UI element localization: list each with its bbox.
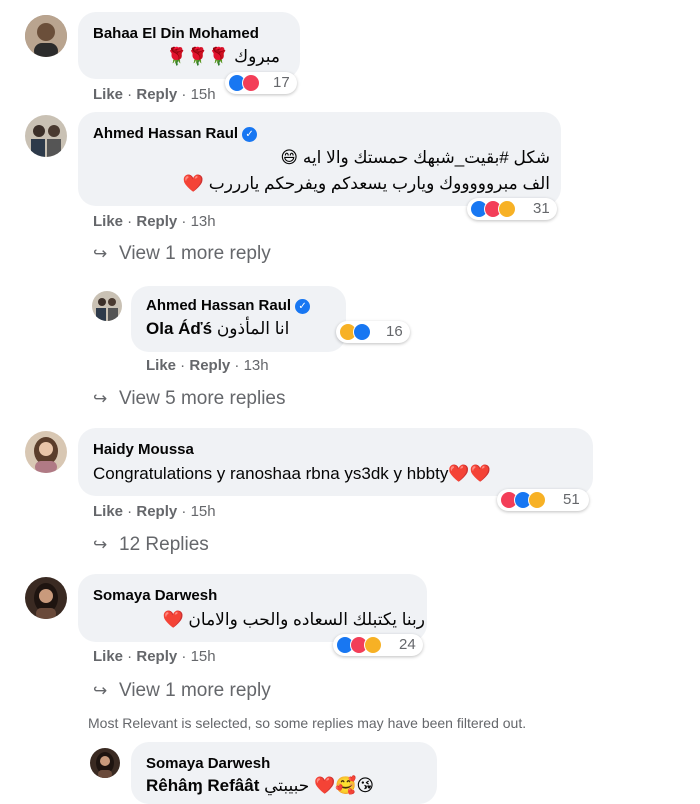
- care-reaction-icon: [528, 491, 546, 509]
- reaction-summary[interactable]: 24: [333, 634, 423, 656]
- like-button[interactable]: Like: [93, 86, 123, 103]
- reaction-summary[interactable]: 17: [225, 72, 297, 94]
- reply-time[interactable]: 13h: [244, 357, 269, 374]
- like-reaction-icon: [353, 323, 371, 341]
- avatar-image: [25, 115, 67, 157]
- comment-actions: Like · Reply · 13h: [93, 213, 216, 230]
- comment-actions: Like · Reply · 15h: [93, 86, 216, 103]
- reply-arrow-icon: ↪: [93, 535, 108, 554]
- avatar[interactable]: [90, 748, 120, 778]
- comment-text: Congratulations y ranoshaa rbna ys3dk y …: [93, 464, 491, 483]
- reaction-summary[interactable]: 31: [467, 198, 557, 220]
- filter-notice: Most Relevant is selected, so some repli…: [88, 715, 527, 731]
- avatar[interactable]: [25, 15, 67, 57]
- avatar-image: [25, 15, 67, 57]
- like-button[interactable]: Like: [93, 503, 123, 520]
- comment-bubble: [78, 428, 593, 496]
- reaction-count: 31: [533, 200, 550, 217]
- like-button[interactable]: Like: [146, 357, 176, 374]
- avatar[interactable]: [92, 291, 122, 321]
- view-more-replies-link[interactable]: ↪ View 5 more replies: [93, 388, 286, 410]
- reply-actions: Like · Reply · 13h: [146, 357, 269, 374]
- reply-button[interactable]: Reply: [136, 648, 177, 665]
- reply-message: حبيبتي ❤️🥰😘: [264, 776, 375, 795]
- reply-author[interactable]: Ahmed Hassan Raul ✓: [146, 297, 311, 314]
- reply-message: انا المأذون: [216, 319, 290, 338]
- comment-actions: Like · Reply · 15h: [93, 648, 216, 665]
- reaction-count: 51: [563, 491, 580, 508]
- reply-button[interactable]: Reply: [189, 357, 230, 374]
- reply-arrow-icon: ↪: [93, 244, 108, 263]
- comment-bubble: [78, 574, 427, 642]
- comment-text: ربنا يكتبلك السعاده والحب والامان ❤️: [162, 610, 425, 629]
- reply-text: Ola Áďś انا المأذون: [146, 319, 289, 339]
- comment-author[interactable]: Bahaa El Din Mohamed: [93, 25, 259, 42]
- avatar[interactable]: [25, 431, 67, 473]
- love-reaction-icon: [242, 74, 260, 92]
- like-button[interactable]: Like: [93, 648, 123, 665]
- view-replies-link[interactable]: ↪ 12 Replies: [93, 534, 209, 556]
- view-more-replies-link[interactable]: ↪ View 1 more reply: [93, 243, 271, 265]
- reaction-count: 24: [399, 636, 416, 653]
- mention-link[interactable]: Ola Áďś: [146, 319, 212, 338]
- reply-author[interactable]: Somaya Darwesh: [146, 755, 270, 772]
- avatar[interactable]: [25, 115, 67, 157]
- comment-time[interactable]: 15h: [191, 648, 216, 665]
- comment-actions: Like · Reply · 15h: [93, 503, 216, 520]
- reaction-summary[interactable]: 51: [497, 489, 589, 511]
- reaction-count: 17: [273, 74, 290, 91]
- verified-badge-icon: ✓: [295, 299, 311, 314]
- comment-text-line-1: شكل #بقيت_شبهك حمستك والا ايه 😄: [280, 148, 550, 167]
- reply-arrow-icon: ↪: [93, 389, 108, 408]
- comment-author[interactable]: Ahmed Hassan Raul ✓: [93, 125, 258, 142]
- reply-button[interactable]: Reply: [136, 213, 177, 230]
- mention-link[interactable]: Rêhâɱ Refâât: [146, 776, 259, 795]
- reply-text: Rêhâɱ Refâât حبيبتي ❤️🥰😘: [146, 776, 374, 796]
- comment-time[interactable]: 15h: [191, 86, 216, 103]
- reply-button[interactable]: Reply: [136, 503, 177, 520]
- comment-time[interactable]: 15h: [191, 503, 216, 520]
- reaction-count: 16: [386, 323, 403, 340]
- avatar-image: [25, 577, 67, 619]
- comment-author[interactable]: Haidy Moussa: [93, 441, 194, 458]
- avatar-image: [90, 748, 120, 778]
- wow-reaction-icon: [364, 636, 382, 654]
- comment-bubble: [78, 12, 300, 79]
- avatar-image: [92, 291, 122, 321]
- comment-text: مبروك 🌹🌹🌹: [165, 47, 280, 66]
- haha-reaction-icon: [498, 200, 516, 218]
- reply-arrow-icon: ↪: [93, 681, 108, 700]
- reaction-summary[interactable]: 16: [336, 321, 410, 343]
- reply-button[interactable]: Reply: [136, 86, 177, 103]
- like-button[interactable]: Like: [93, 213, 123, 230]
- comment-text-line-2: الف مبروووووك ويارب يسعدكم ويفرحكم ياررر…: [182, 174, 550, 193]
- view-more-replies-link[interactable]: ↪ View 1 more reply: [93, 680, 271, 702]
- comment-author[interactable]: Somaya Darwesh: [93, 587, 217, 604]
- comment-time[interactable]: 13h: [191, 213, 216, 230]
- verified-badge-icon: ✓: [242, 127, 258, 142]
- avatar-image: [25, 431, 67, 473]
- avatar[interactable]: [25, 577, 67, 619]
